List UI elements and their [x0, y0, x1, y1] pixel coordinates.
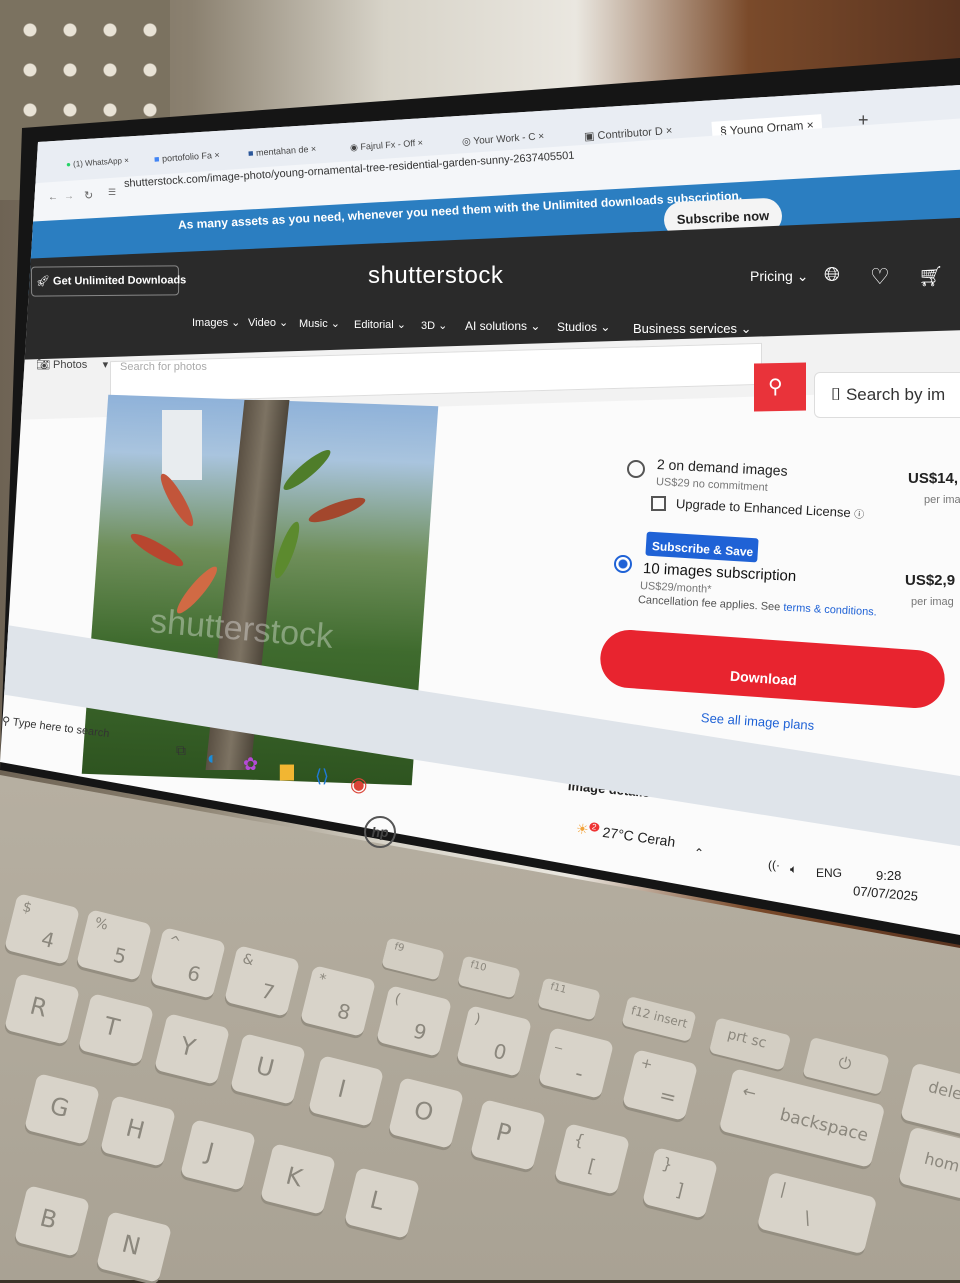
search-icon: ⚲ — [768, 376, 783, 398]
tray-chevron-up-icon[interactable]: ⌃ — [694, 846, 704, 860]
nav-music[interactable]: Music ⌄ — [299, 317, 340, 330]
close-icon[interactable]: × — [665, 125, 672, 137]
tray-time[interactable]: 9:28 — [876, 868, 901, 883]
shutterstock-logo[interactable]: shutterstock — [368, 262, 503, 290]
plan-option-subscription-radio[interactable] — [614, 555, 632, 573]
close-icon[interactable]: × — [311, 144, 317, 154]
word-icon: ■ — [247, 148, 254, 159]
search-category-dropdown[interactable]: 📷︎ Photos ▾ — [36, 358, 108, 371]
plan-option-on-demand-price: US$14, — [908, 470, 959, 487]
rocket-icon: 🚀︎ — [35, 275, 51, 288]
tray-network-icon[interactable]: ((· — [768, 858, 780, 872]
reload-icon[interactable]: ↻ — [84, 189, 93, 202]
backspace-arrow-icon: ← — [740, 1081, 759, 1103]
close-icon[interactable]: × — [538, 131, 545, 142]
back-icon[interactable]: ← — [48, 192, 58, 203]
tray-language[interactable]: ENG — [816, 866, 842, 880]
plan-option-subscription-sub: US$29/month* — [639, 580, 712, 596]
globe-icon: ◎ — [461, 136, 472, 148]
image-search-icon: ⌷ — [831, 385, 842, 404]
nav-business-services[interactable]: Business services ⌄ — [633, 321, 752, 337]
caret-down-icon: ▾ — [102, 359, 109, 371]
site-settings-icon[interactable]: ☰ — [108, 187, 116, 198]
chevron-down-icon: ⌄ — [796, 268, 809, 284]
file-explorer-icon[interactable]: ▆ — [280, 760, 294, 781]
globe-icon: ◉ — [349, 142, 359, 153]
favorites-heart-icon[interactable]: ♡ — [870, 264, 890, 290]
plan-option-on-demand-per: per ima — [924, 494, 960, 506]
nav-video[interactable]: Video ⌄ — [248, 316, 288, 329]
pricing-menu[interactable]: Pricing ⌄ — [750, 268, 808, 285]
plan-option-subscription-per: per imag — [911, 596, 954, 608]
plan-option-subscription-price: US$2,9 — [905, 572, 956, 589]
plan-option-on-demand-sub: US$29 no commitment — [655, 476, 769, 494]
download-button[interactable] — [598, 628, 947, 710]
close-icon[interactable]: × — [417, 137, 423, 147]
weather-badge: 2 — [588, 822, 600, 833]
task-view-icon[interactable]: ⧉ — [176, 742, 186, 759]
weather-widget[interactable]: ☀︎ 2 27°C Cerah — [574, 820, 676, 851]
camera-icon: 📷︎ — [36, 359, 50, 371]
power-icon: ⏻ — [836, 1052, 854, 1074]
hp-logo: hp — [364, 816, 396, 848]
enhanced-license-label: Upgrade to Enhanced License ⓘ — [675, 496, 865, 521]
weather-sun-icon: ☀︎ — [574, 820, 590, 838]
copilot-icon[interactable]: ✿ — [243, 754, 258, 775]
nav-ai-solutions[interactable]: AI solutions ⌄ — [465, 319, 540, 333]
vscode-icon[interactable]: ⟨⟩ — [315, 766, 329, 787]
close-icon[interactable]: × — [214, 150, 220, 160]
terms-link[interactable]: terms & conditions. — [783, 602, 877, 619]
whatsapp-icon: ● — [65, 159, 72, 170]
search-by-image-button[interactable]: ⌷ Search by im — [814, 372, 960, 418]
edge-icon[interactable]: ◐ — [207, 748, 218, 769]
search-placeholder: Search for photos — [120, 361, 207, 373]
nav-3d[interactable]: 3D ⌄ — [421, 319, 447, 332]
tray-volume-icon[interactable]: 🔈︎ — [790, 862, 797, 877]
get-unlimited-downloads-button[interactable]: 🚀︎ Get Unlimited Downloads — [30, 265, 186, 297]
chrome-icon[interactable]: ◉ — [350, 772, 367, 797]
forward-icon[interactable]: → — [64, 191, 74, 202]
see-all-plans-link[interactable]: See all image plans — [700, 710, 814, 733]
shutterstock-tab-icon: ▣ — [583, 130, 595, 144]
nav-editorial[interactable]: Editorial ⌄ — [354, 318, 406, 331]
photo-building — [162, 410, 202, 480]
language-globe-icon[interactable]: 🌐︎ — [824, 264, 840, 287]
tray-date[interactable]: 07/07/2025 — [852, 883, 918, 904]
nav-images[interactable]: Images ⌄ — [192, 316, 240, 329]
plan-option-on-demand-radio[interactable] — [627, 460, 645, 478]
plan-option-on-demand-title: 2 on demand images — [656, 456, 789, 479]
cart-icon[interactable]: 🛒︎ — [918, 264, 943, 289]
close-icon[interactable]: × — [124, 156, 129, 165]
doc-icon: ■ — [153, 153, 160, 165]
nav-studios[interactable]: Studios ⌄ — [557, 320, 610, 334]
info-icon[interactable]: ⓘ — [854, 509, 865, 521]
plan-option-subscription-note: Cancellation fee applies. See terms & co… — [637, 594, 878, 619]
enhanced-license-checkbox[interactable] — [651, 496, 666, 511]
